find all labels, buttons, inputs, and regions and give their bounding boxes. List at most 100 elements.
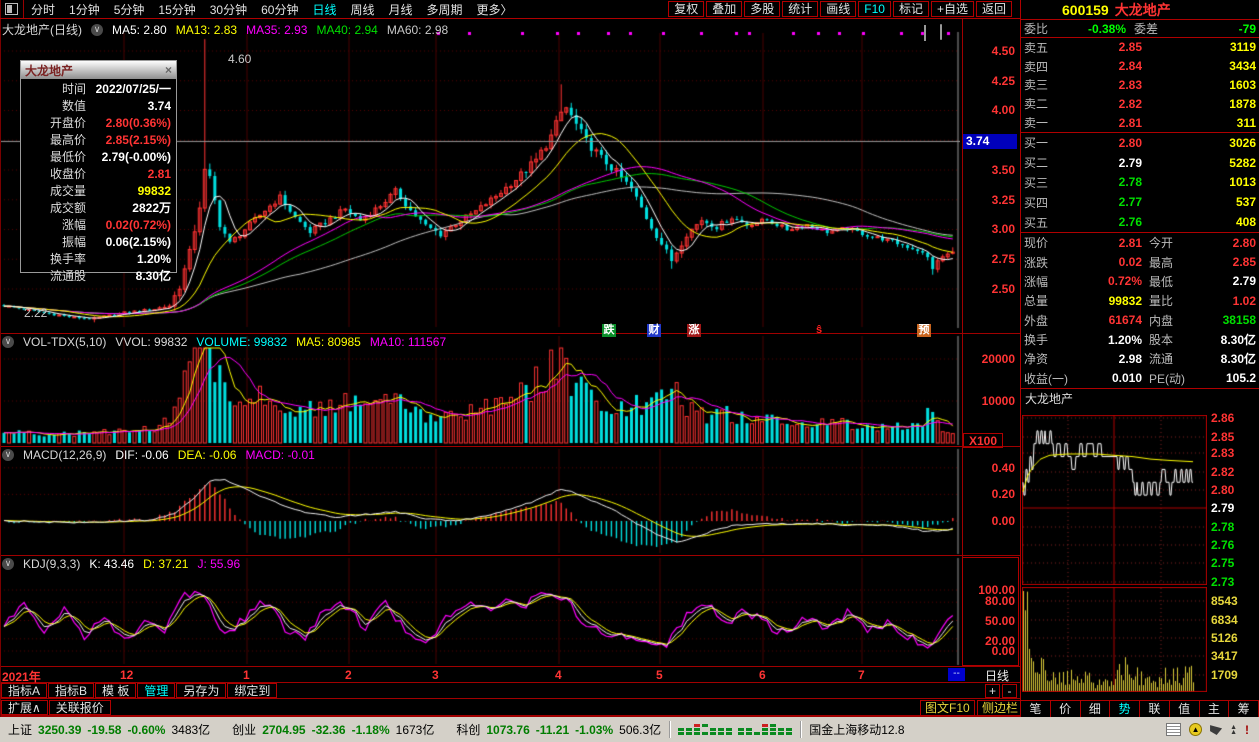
tab-manage[interactable]: 管理 <box>137 683 175 698</box>
order-qty: 537 <box>1142 195 1256 209</box>
period-30min[interactable]: 30分钟 <box>203 1 254 18</box>
layout-toggle[interactable] <box>0 0 24 18</box>
draw-line-button[interactable]: 画线 <box>820 1 856 17</box>
tab-template[interactable]: 模 板 <box>95 683 136 698</box>
weibi-value: -0.38% <box>1048 22 1126 36</box>
back-button[interactable]: 返回 <box>976 1 1012 17</box>
period-monthly[interactable]: 月线 <box>382 1 420 18</box>
tab-expand[interactable]: 扩展∧ <box>1 700 48 715</box>
event-badge-0[interactable]: 跌 <box>602 324 616 337</box>
panel-maximize-icon[interactable] <box>940 25 942 39</box>
buy-row[interactable]: 买二2.795282 <box>1021 153 1259 173</box>
intraday-mini-volume[interactable] <box>1022 587 1207 692</box>
trade-coin-icon[interactable] <box>1189 723 1202 736</box>
index-name[interactable]: 上证 <box>8 721 32 738</box>
popup-title: 大龙地产 <box>25 62 73 79</box>
period-fenshi[interactable]: 分时 <box>24 1 62 18</box>
event-badge-3[interactable]: ŝ <box>812 324 826 337</box>
multi-stock-button[interactable]: 多股 <box>744 1 780 17</box>
tab-indicator-a[interactable]: 指标A <box>1 683 47 698</box>
buy-row[interactable]: 买一2.803026 <box>1021 133 1259 153</box>
dea-label: DEA: -0.06 <box>178 448 237 462</box>
tab-save-as[interactable]: 另存为 <box>176 683 226 698</box>
alert-icon[interactable]: ! <box>1245 723 1249 737</box>
index-name[interactable]: 创业 <box>232 721 256 738</box>
ma60-label: MA60: 2.98 <box>387 23 448 37</box>
zoom-in-button[interactable]: + <box>985 684 1000 698</box>
menu-bar: 分时 1分钟 5分钟 15分钟 30分钟 60分钟 日线 周线 月线 多周期 更… <box>0 0 1020 19</box>
market-heat-indicator[interactable] <box>678 723 732 736</box>
ma5-label: MA5: 2.80 <box>112 23 167 37</box>
message-list-icon[interactable] <box>1166 723 1181 736</box>
tab-shi[interactable]: 势 <box>1110 701 1140 717</box>
sell-row[interactable]: 卖三2.831603 <box>1021 76 1259 95</box>
sell-row[interactable]: 卖四2.843434 <box>1021 57 1259 76</box>
zoom-out-button[interactable]: - <box>1002 684 1017 698</box>
ma40-label: MA40: 2.94 <box>316 23 377 37</box>
tab-zhi[interactable]: 值 <box>1170 701 1200 717</box>
collapse-chevron-icon[interactable] <box>2 558 14 570</box>
range-low-annotation: 2.22 <box>24 306 47 320</box>
event-badge-2[interactable]: 涨 <box>687 324 701 337</box>
intraday-mini-chart[interactable] <box>1022 415 1207 585</box>
sell-row[interactable]: 卖一2.81311 <box>1021 113 1259 132</box>
event-badge-1[interactable]: 财 <box>647 324 661 337</box>
connection-dish-icon[interactable] <box>1210 724 1222 735</box>
popup-row-value: 0.06(2.15%) <box>86 235 171 249</box>
status-icons: ! <box>1166 723 1257 737</box>
period-daily[interactable]: 日线 <box>305 1 343 18</box>
popup-row-value: 2022/07/25/一 <box>86 80 171 97</box>
sell-row[interactable]: 卖二2.821878 <box>1021 94 1259 113</box>
tab-bi[interactable]: 笔 <box>1021 701 1051 717</box>
tab-zhu[interactable]: 主 <box>1200 701 1230 717</box>
order-qty: 1013 <box>1142 175 1256 189</box>
event-badge-4[interactable]: 预 <box>917 324 931 337</box>
timeline-label: 3 <box>432 668 439 682</box>
range-selector-button[interactable]: -- <box>948 668 965 681</box>
period-multi[interactable]: 多周期 <box>420 1 470 18</box>
data-transfer-icon[interactable] <box>1230 725 1237 735</box>
popup-row-value: 1.20% <box>86 252 171 266</box>
tab-indicator-b[interactable]: 指标B <box>48 683 94 698</box>
tab-lian[interactable]: 联 <box>1140 701 1170 717</box>
popup-row-value: 0.02(0.72%) <box>86 218 171 232</box>
timeline-axis[interactable]: 2021年 12 1 2 3 4 5 6 7 -- 日线 <box>0 667 1020 683</box>
tab-xi[interactable]: 细 <box>1081 701 1111 717</box>
mark-button[interactable]: 标记 <box>893 1 929 17</box>
graphic-f10-button[interactable]: 图文F10 <box>920 700 975 716</box>
add-watchlist-button[interactable]: +自选 <box>931 1 974 17</box>
volume-chart[interactable] <box>0 334 960 447</box>
mini-vol-tick: 6834 <box>1211 613 1257 627</box>
index-name[interactable]: 科创 <box>456 721 480 738</box>
buy-row[interactable]: 买四2.77537 <box>1021 192 1259 212</box>
period-weekly[interactable]: 周线 <box>343 1 381 18</box>
period-5min[interactable]: 5分钟 <box>107 1 152 18</box>
overlay-button[interactable]: 叠加 <box>706 1 742 17</box>
sell-row[interactable]: 卖五2.853119 <box>1021 38 1259 57</box>
popup-title-bar[interactable]: 大龙地产 × <box>21 61 176 79</box>
tab-linked-quote[interactable]: 关联报价 <box>49 700 111 715</box>
tab-chou[interactable]: 筹 <box>1229 701 1259 717</box>
diamond-tool-icon[interactable] <box>924 26 926 40</box>
market-heat-indicator[interactable] <box>738 723 792 736</box>
restore-rights-button[interactable]: 复权 <box>668 1 704 17</box>
period-1min[interactable]: 1分钟 <box>62 1 107 18</box>
period-60min[interactable]: 60分钟 <box>254 1 305 18</box>
period-more[interactable]: 更多〉 <box>470 1 520 18</box>
close-icon[interactable]: × <box>165 63 172 77</box>
macd-chart[interactable] <box>0 447 960 556</box>
period-15min[interactable]: 15分钟 <box>151 1 202 18</box>
buy-row[interactable]: 买三2.781013 <box>1021 173 1259 193</box>
kdj-chart[interactable] <box>0 556 960 667</box>
buy-row[interactable]: 买五2.76408 <box>1021 212 1259 232</box>
f10-button[interactable]: F10 <box>858 1 891 17</box>
weibi-label: 委比 <box>1024 20 1048 37</box>
broker-connection-label[interactable]: 国金上海移动12.8 <box>809 721 904 738</box>
collapse-chevron-icon[interactable] <box>2 449 14 461</box>
popup-body: 时间2022/07/25/一 数值3.74 开盘价2.80(0.36%) 最高价… <box>21 79 176 272</box>
tab-bind-to[interactable]: 绑定到 <box>227 683 277 698</box>
collapse-chevron-icon[interactable] <box>91 24 103 36</box>
collapse-chevron-icon[interactable] <box>2 336 14 348</box>
tab-jia[interactable]: 价 <box>1051 701 1081 717</box>
stats-button[interactable]: 统计 <box>782 1 818 17</box>
